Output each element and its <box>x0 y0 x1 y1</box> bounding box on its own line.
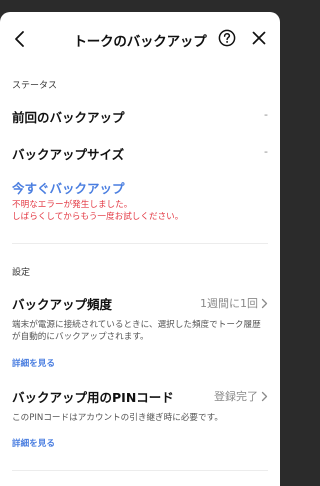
error-message-line1: 不明なエラーが発生しました。 <box>12 200 133 210</box>
frequency-details-link[interactable]: 詳細を見る <box>12 357 55 369</box>
pin-code-value: 登録完了 <box>214 390 258 403</box>
section-divider <box>12 243 268 244</box>
pin-code-value-wrap: 登録完了 <box>214 388 268 404</box>
backup-sheet: トークのバックアップ ステータス 前回のバックアップ - バックアップサイズ -… <box>0 12 280 486</box>
chevron-left-icon <box>15 31 24 47</box>
error-message-line2: しばらくしてからもう一度お試しください。 <box>12 212 184 222</box>
backup-frequency-value-wrap: 1週間に1回 <box>200 295 268 311</box>
header: トークのバックアップ <box>0 12 280 66</box>
back-button[interactable] <box>8 26 32 52</box>
page-title: トークのバックアップ <box>73 34 207 50</box>
backup-frequency-value: 1週間に1回 <box>200 297 258 310</box>
pin-code-row[interactable]: バックアップ用のPINコード 登録完了 <box>0 383 280 409</box>
chevron-right-icon <box>261 298 268 308</box>
bottom-divider <box>12 470 268 471</box>
last-backup-row: 前回のバックアップ - <box>0 103 280 129</box>
help-button[interactable] <box>216 27 238 49</box>
pin-code-description: このPINコードはアカウントの引き継ぎ時に必要です。 <box>12 413 223 423</box>
chevron-right-icon <box>261 391 268 401</box>
backup-now-button[interactable]: 今すぐバックアップ <box>12 178 125 197</box>
backup-frequency-label: バックアップ頻度 <box>12 297 113 312</box>
backup-frequency-description: 端末が電源に接続されているときに、選択した頻度でトーク履歴が自動的にバックアップ… <box>12 320 261 342</box>
last-backup-value: - <box>264 108 268 121</box>
close-icon <box>252 31 266 45</box>
backup-size-label: バックアップサイズ <box>12 147 125 162</box>
close-button[interactable] <box>248 27 270 49</box>
backup-size-value: - <box>264 145 268 158</box>
last-backup-label: 前回のバックアップ <box>12 110 125 125</box>
pin-code-label: バックアップ用のPINコード <box>12 390 174 405</box>
question-circle-icon <box>218 29 236 47</box>
pin-details-link[interactable]: 詳細を見る <box>12 437 55 449</box>
backup-size-row: バックアップサイズ - <box>0 140 280 166</box>
settings-section-label: 設定 <box>12 268 31 278</box>
status-section-label: ステータス <box>12 81 58 91</box>
backup-frequency-row[interactable]: バックアップ頻度 1週間に1回 <box>0 290 280 316</box>
